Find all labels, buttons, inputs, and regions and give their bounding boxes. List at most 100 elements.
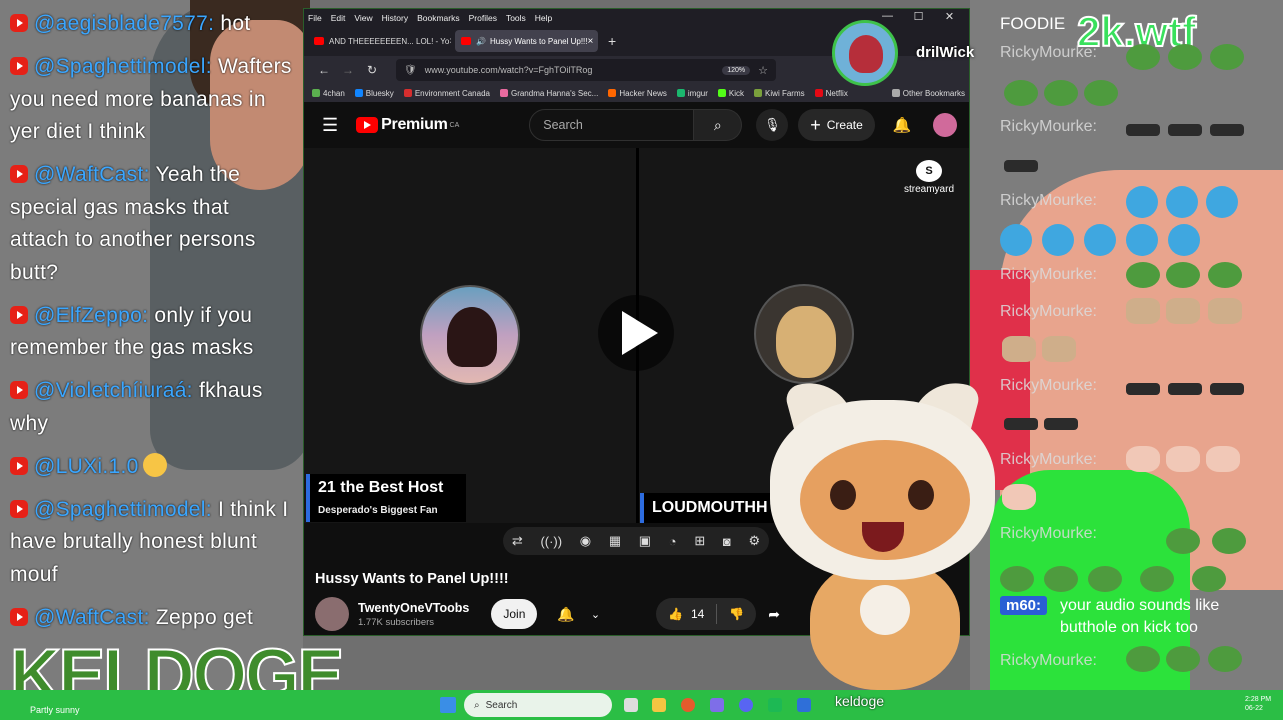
chevron-down-icon[interactable]: ⌄: [591, 608, 600, 621]
chat-message: @ElfZeppo: only if you remember the gas …: [0, 300, 300, 365]
join-button[interactable]: Join: [491, 599, 538, 629]
taskbar-clock[interactable]: 2:28 PM 06-22: [1245, 695, 1271, 713]
minimize-button[interactable]: —: [872, 10, 903, 23]
bookmark-label: Environment Canada: [414, 88, 490, 98]
hamburger-menu-icon[interactable]: ☰: [322, 115, 338, 136]
youtube-icon: [10, 57, 28, 75]
windows-start-icon[interactable]: [440, 697, 456, 713]
tab-inactive[interactable]: AND THEEEEEEEEN... LOL! - Yo ×: [308, 30, 451, 52]
surprised-face-emote-icon: [1206, 186, 1238, 218]
bookmark-4chan[interactable]: 4chan: [312, 89, 345, 98]
bookmark-favicon-icon: [814, 89, 823, 97]
bookmark-kick[interactable]: Kick: [717, 89, 744, 98]
maximize-button[interactable]: ☐: [903, 10, 934, 23]
forward-arrow-icon[interactable]: →: [336, 63, 360, 77]
bookmark-favicon-icon: [754, 89, 763, 97]
close-tab-icon[interactable]: ×: [588, 36, 594, 47]
menu-help[interactable]: Help: [535, 13, 552, 23]
app-icon[interactable]: [797, 698, 811, 712]
new-tab-button[interactable]: +: [608, 33, 616, 49]
bookmark-grandma-hanna[interactable]: Grandma Hanna's Sec...: [499, 89, 598, 98]
discord-icon[interactable]: [739, 698, 753, 712]
firefox-icon[interactable]: [681, 698, 695, 712]
channel-avatar[interactable]: [315, 597, 349, 631]
bookmark-hacker-news[interactable]: Hacker News: [608, 89, 667, 98]
bookmark-kiwi-farms[interactable]: Kiwi Farms: [754, 89, 805, 98]
lock-icon[interactable]: 🛡: [404, 65, 417, 76]
close-window-button[interactable]: ✕: [934, 10, 965, 23]
weather-widget[interactable]: Partly sunny: [30, 705, 80, 715]
like-count: 14: [690, 607, 705, 621]
chat-username: RickyMourke:: [1000, 192, 1097, 209]
camera-icon[interactable]: ◙: [723, 534, 731, 549]
create-button[interactable]: + Create: [798, 109, 875, 141]
bookmark-favicon-icon: [312, 89, 320, 97]
youtube-premium-logo[interactable]: Premium CA: [356, 116, 459, 134]
cat-emote-icon: [1126, 298, 1160, 324]
frog-emote-icon: [1088, 566, 1122, 592]
loop-icon[interactable]: ⇄: [512, 533, 523, 549]
eye-icon[interactable]: ◉: [580, 533, 591, 549]
menu-view[interactable]: View: [354, 13, 372, 23]
channel-name[interactable]: TwentyOneVToobs: [358, 601, 469, 615]
speaker-icon[interactable]: 🔊: [476, 37, 486, 46]
chat-message: @Spaghettimodel: I think I have brutally…: [0, 494, 300, 592]
close-tab-icon[interactable]: ×: [449, 36, 451, 47]
frog-emote-icon: [1044, 80, 1078, 106]
cow-emote-icon: [1126, 124, 1160, 136]
other-bookmarks-folder[interactable]: Other Bookmarks: [891, 89, 965, 98]
add-icon[interactable]: ⊞: [694, 533, 705, 549]
app-icon[interactable]: [710, 698, 724, 712]
chat-message: @Spaghettimodel: Wafters you need more b…: [0, 51, 300, 149]
task-view-icon[interactable]: [624, 698, 638, 712]
menu-file[interactable]: File: [308, 13, 322, 23]
subscription-bell-icon[interactable]: 🔔: [557, 606, 574, 623]
fullscreen-icon[interactable]: ▣: [639, 533, 651, 549]
bookmark-environment-canada[interactable]: Environment Canada: [403, 88, 490, 98]
speed-icon[interactable]: ◔: [669, 534, 677, 549]
thumbs-up-icon[interactable]: 👍: [668, 607, 683, 621]
notifications-bell-icon[interactable]: 🔔: [893, 116, 912, 134]
guest-subtitle: Desperado's Biggest Fan: [318, 505, 438, 516]
search-icon[interactable]: ⌕: [694, 109, 743, 141]
taskbar-search[interactable]: ⌕ Search: [464, 693, 612, 717]
menu-history[interactable]: History: [382, 13, 408, 23]
guest-avatar-right: [754, 284, 854, 384]
bookmark-favicon-icon: [354, 89, 363, 97]
bookmark-star-icon[interactable]: ☆: [758, 64, 768, 77]
clapper-icon[interactable]: ▦: [609, 533, 621, 549]
bookmark-imgur[interactable]: imgur: [676, 89, 708, 98]
bookmark-netflix[interactable]: Netflix: [814, 89, 848, 98]
menu-bookmarks[interactable]: Bookmarks: [417, 13, 460, 23]
app-icon[interactable]: [768, 698, 782, 712]
menu-tools[interactable]: Tools: [506, 13, 526, 23]
tab-active[interactable]: 🔊 Hussy Wants to Panel Up!!! ×: [455, 30, 598, 52]
account-avatar[interactable]: [933, 113, 958, 137]
reload-icon[interactable]: ↻: [360, 63, 384, 77]
bookmark-favicon-icon: [499, 89, 508, 97]
cow-emote-icon: [1004, 160, 1038, 172]
broadcast-icon[interactable]: ((·)): [540, 534, 562, 549]
frog-emote-icon: [1208, 646, 1242, 672]
zoom-badge[interactable]: 120%: [722, 65, 751, 75]
settings-gear-icon[interactable]: ⚙: [748, 533, 760, 549]
file-explorer-icon[interactable]: [652, 698, 666, 712]
frog-emote-icon: [1168, 44, 1202, 70]
like-dislike-group: 👍 14 👎: [656, 598, 757, 630]
back-arrow-icon[interactable]: ←: [312, 63, 336, 77]
bookmark-bluesky[interactable]: Bluesky: [354, 89, 394, 98]
menu-edit[interactable]: Edit: [331, 13, 346, 23]
chat-username: @WaftCast:: [34, 163, 150, 186]
search-input[interactable]: Search: [529, 109, 695, 141]
menu-profiles[interactable]: Profiles: [469, 13, 497, 23]
play-button-icon[interactable]: [598, 295, 674, 371]
streamyard-label: streamyard: [903, 184, 954, 195]
thumbs-down-icon[interactable]: 👎: [729, 607, 744, 621]
chat-username: RickyMourke:: [1000, 303, 1097, 320]
address-bar[interactable]: 🛡 www.youtube.com/watch?v=FghTOilTRog 12…: [396, 59, 776, 81]
surprised-face-emote-icon: [1042, 224, 1074, 256]
microphone-icon[interactable]: 🎙: [756, 109, 789, 141]
bookmark-favicon-icon: [608, 89, 617, 97]
folder-icon: [891, 89, 900, 97]
logo-text: Premium: [381, 116, 448, 133]
